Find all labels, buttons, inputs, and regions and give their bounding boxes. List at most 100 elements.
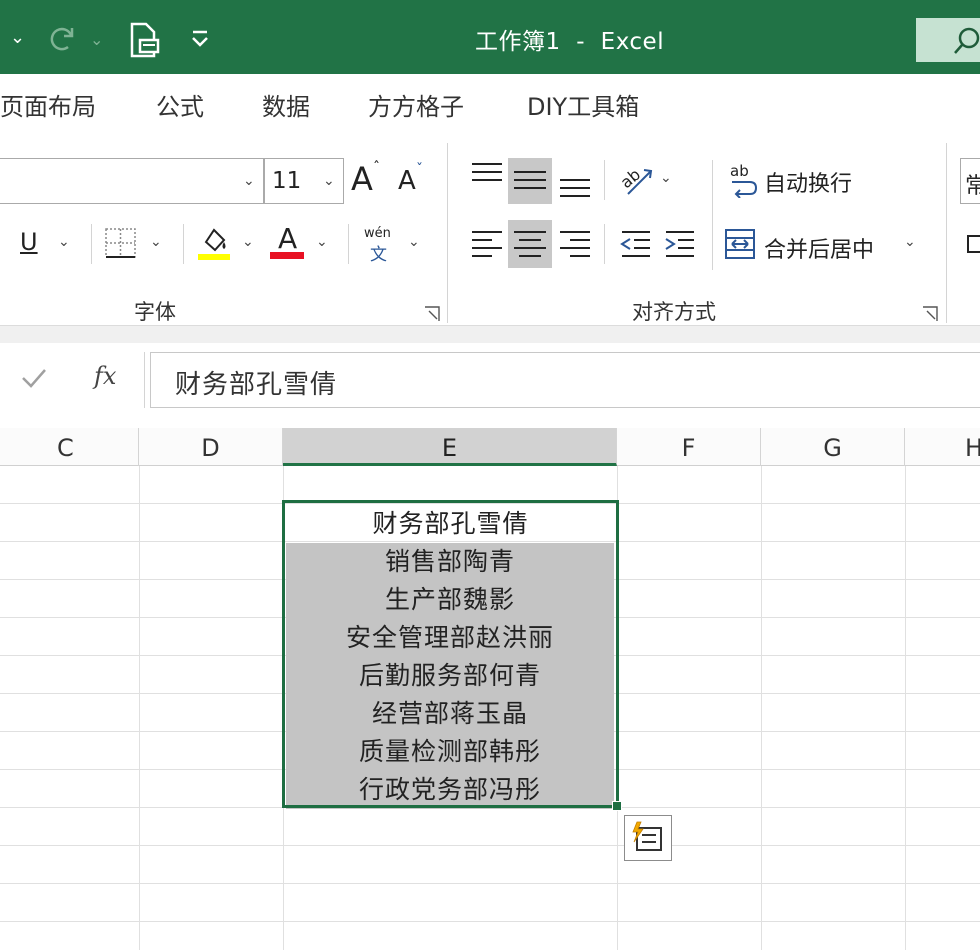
fill-color-button[interactable]	[196, 224, 234, 262]
search-icon	[954, 27, 980, 54]
title-bar: ⌄ ⌄ 工作簿1 - Excel	[0, 0, 980, 74]
align-center-icon	[514, 231, 546, 257]
align-right-button[interactable]	[558, 224, 592, 266]
fill-handle[interactable]	[612, 801, 622, 811]
formula-bar-buttons: fx	[0, 352, 145, 408]
formula-input[interactable]: 财务部孔雪倩	[150, 352, 980, 408]
merge-center-label: 合并后居中	[764, 238, 875, 263]
tab-fangfanggezi[interactable]: 方方格子	[368, 87, 464, 122]
font-name-combobox[interactable]: ⌄	[0, 158, 264, 204]
column-header-e[interactable]: E	[283, 428, 617, 466]
separator	[91, 224, 92, 264]
ribbon-tabs: 页面布局 公式 数据 方方格子 DIY工具箱	[0, 74, 980, 130]
customize-qat-icon[interactable]	[190, 28, 210, 54]
increase-font-size-button[interactable]: A ˆ	[351, 160, 387, 200]
selection-border	[282, 500, 619, 808]
decrease-indent-icon	[620, 231, 650, 257]
separator	[712, 160, 713, 270]
font-color-button[interactable]: A	[270, 222, 306, 262]
column-header-f[interactable]: F	[617, 428, 761, 466]
group-separator	[946, 143, 947, 323]
conditional-format-button[interactable]	[964, 232, 980, 256]
wrap-text-label: 自动换行	[764, 172, 853, 197]
font-color-dropdown-icon[interactable]: ⌄	[316, 234, 328, 250]
print-preview-icon[interactable]	[128, 22, 160, 63]
top-align-button[interactable]	[470, 158, 504, 202]
ribbon-bottom-edge	[0, 325, 980, 343]
borders-button[interactable]	[104, 226, 138, 260]
column-header-g[interactable]: G	[761, 428, 905, 466]
underline-dropdown-icon[interactable]: ⌄	[58, 234, 70, 250]
align-middle-icon	[514, 171, 546, 189]
align-bottom-icon	[560, 179, 590, 197]
column-label: H	[965, 434, 980, 462]
decrease-font-size-label: A	[398, 166, 416, 196]
decrease-indent-button[interactable]	[618, 226, 654, 262]
align-right-icon	[560, 231, 590, 257]
separator	[348, 224, 349, 264]
align-top-icon	[472, 163, 502, 181]
increase-font-size-label: A	[351, 160, 373, 198]
column-header-h[interactable]: H	[905, 428, 980, 466]
svg-text:ab: ab	[618, 165, 644, 192]
increase-indent-button[interactable]	[662, 226, 698, 262]
merge-center-icon	[725, 229, 755, 259]
caret-up-icon: ˆ	[373, 160, 380, 176]
separator	[604, 224, 605, 264]
text-orientation-icon: ab	[617, 165, 653, 195]
formula-value: 财务部孔雪倩	[175, 370, 338, 400]
tab-formulas[interactable]: 公式	[156, 87, 204, 122]
tab-data[interactable]: 数据	[262, 87, 310, 122]
middle-align-button[interactable]	[508, 158, 552, 204]
tab-diy-toolbox[interactable]: DIY工具箱	[527, 87, 639, 122]
caret-down-icon: ˇ	[416, 162, 423, 178]
decrease-font-size-button[interactable]: A ˇ	[398, 162, 434, 200]
font-size-combobox[interactable]: 11 ⌄	[264, 158, 344, 204]
separator	[604, 160, 605, 200]
number-format-combobox[interactable]: 常	[960, 158, 980, 204]
font-color-label: A	[278, 222, 298, 255]
font-color-swatch	[270, 252, 304, 259]
align-left-icon	[472, 231, 502, 257]
column-label: C	[57, 434, 74, 462]
orientation-dropdown-icon[interactable]: ⌄	[660, 170, 672, 186]
fill-color-swatch	[198, 254, 230, 260]
alignment-group-label: 对齐方式	[632, 300, 716, 324]
bottom-align-button[interactable]	[558, 158, 592, 202]
alignment-dialog-launcher-icon[interactable]	[922, 306, 938, 322]
chevron-down-icon[interactable]: ⌄	[10, 25, 25, 51]
column-header-c[interactable]: C	[0, 428, 139, 466]
redo-icon[interactable]	[46, 20, 80, 59]
column-header-d[interactable]: D	[139, 428, 283, 466]
window-title: 工作簿1 - Excel	[475, 29, 665, 55]
flash-fill-options-button[interactable]	[624, 815, 672, 861]
flash-fill-icon	[632, 821, 662, 851]
search-box[interactable]	[916, 18, 980, 62]
table-icon	[967, 235, 980, 253]
increase-indent-icon	[665, 231, 694, 257]
separator	[183, 224, 184, 264]
merge-center-button[interactable]: 合并后居中	[724, 226, 900, 264]
enter-check-icon[interactable]	[20, 364, 48, 396]
borders-dropdown-icon[interactable]: ⌄	[150, 234, 162, 250]
phonetic-bottom: 文	[370, 245, 387, 265]
fill-color-dropdown-icon[interactable]: ⌄	[242, 234, 254, 250]
align-center-button[interactable]	[508, 220, 552, 268]
wrap-text-button[interactable]: ab 自动换行	[726, 160, 866, 200]
borders-icon	[105, 228, 136, 258]
font-group-label: 字体	[134, 300, 176, 324]
tab-page-layout[interactable]: 页面布局	[0, 87, 96, 122]
merge-center-dropdown-icon[interactable]: ⌄	[904, 234, 916, 250]
redo-dropdown-icon[interactable]: ⌄	[90, 27, 103, 53]
group-separator	[447, 143, 448, 323]
align-left-button[interactable]	[470, 224, 504, 266]
phonetic-guide-button[interactable]: wén 文	[362, 226, 398, 265]
chevron-down-icon: ⌄	[323, 173, 335, 189]
underline-button[interactable]: U	[18, 228, 48, 262]
font-size-value: 11	[272, 168, 302, 194]
insert-function-button[interactable]: fx	[94, 362, 116, 390]
chevron-down-icon: ⌄	[243, 173, 255, 189]
orientation-button[interactable]: ab	[617, 160, 658, 200]
font-dialog-launcher-icon[interactable]	[424, 306, 440, 322]
phonetic-dropdown-icon[interactable]: ⌄	[408, 234, 420, 250]
